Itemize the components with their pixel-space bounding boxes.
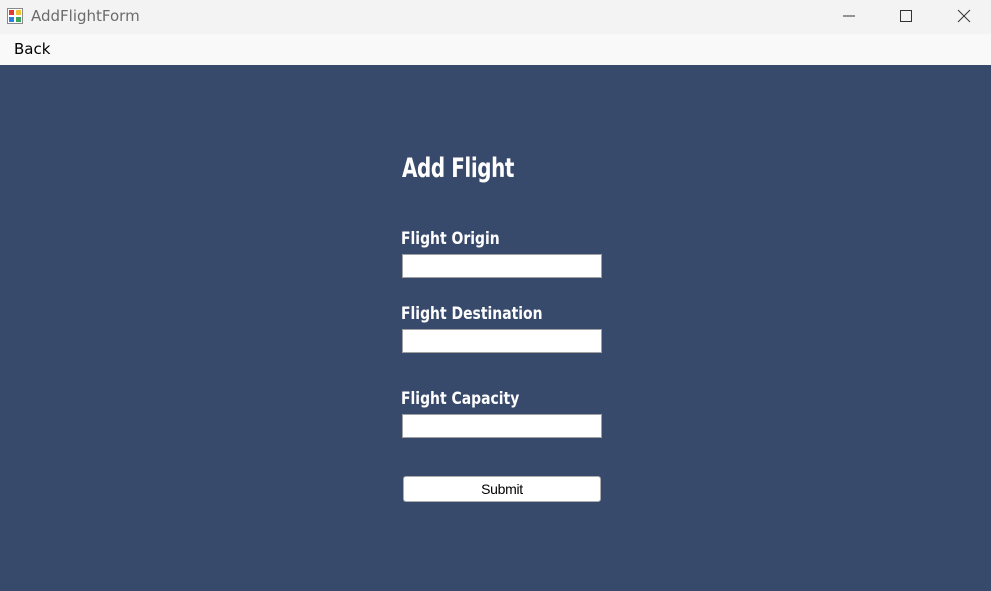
flight-destination-input[interactable] bbox=[402, 329, 602, 353]
maximize-icon bbox=[900, 10, 912, 22]
flight-capacity-label: Flight Capacity bbox=[401, 389, 520, 409]
app-icon bbox=[7, 8, 23, 24]
back-menu-item[interactable]: Back bbox=[8, 39, 56, 59]
page-title: Add Flight bbox=[402, 153, 514, 184]
minimize-button[interactable] bbox=[820, 0, 878, 32]
title-bar[interactable]: AddFlightForm bbox=[0, 0, 991, 34]
flight-origin-label: Flight Origin bbox=[401, 229, 500, 249]
menu-bar: Back bbox=[0, 34, 991, 65]
form-panel: Add Flight Flight Origin Flight Destinat… bbox=[0, 65, 991, 591]
submit-button[interactable]: Submit bbox=[403, 476, 601, 502]
close-icon bbox=[957, 9, 971, 23]
maximize-button[interactable] bbox=[877, 0, 935, 32]
flight-destination-label: Flight Destination bbox=[401, 304, 543, 324]
close-button[interactable] bbox=[935, 0, 991, 32]
flight-origin-input[interactable] bbox=[402, 254, 602, 278]
window-title: AddFlightForm bbox=[31, 7, 140, 25]
minimize-icon bbox=[843, 15, 855, 17]
flight-capacity-input[interactable] bbox=[402, 414, 602, 438]
